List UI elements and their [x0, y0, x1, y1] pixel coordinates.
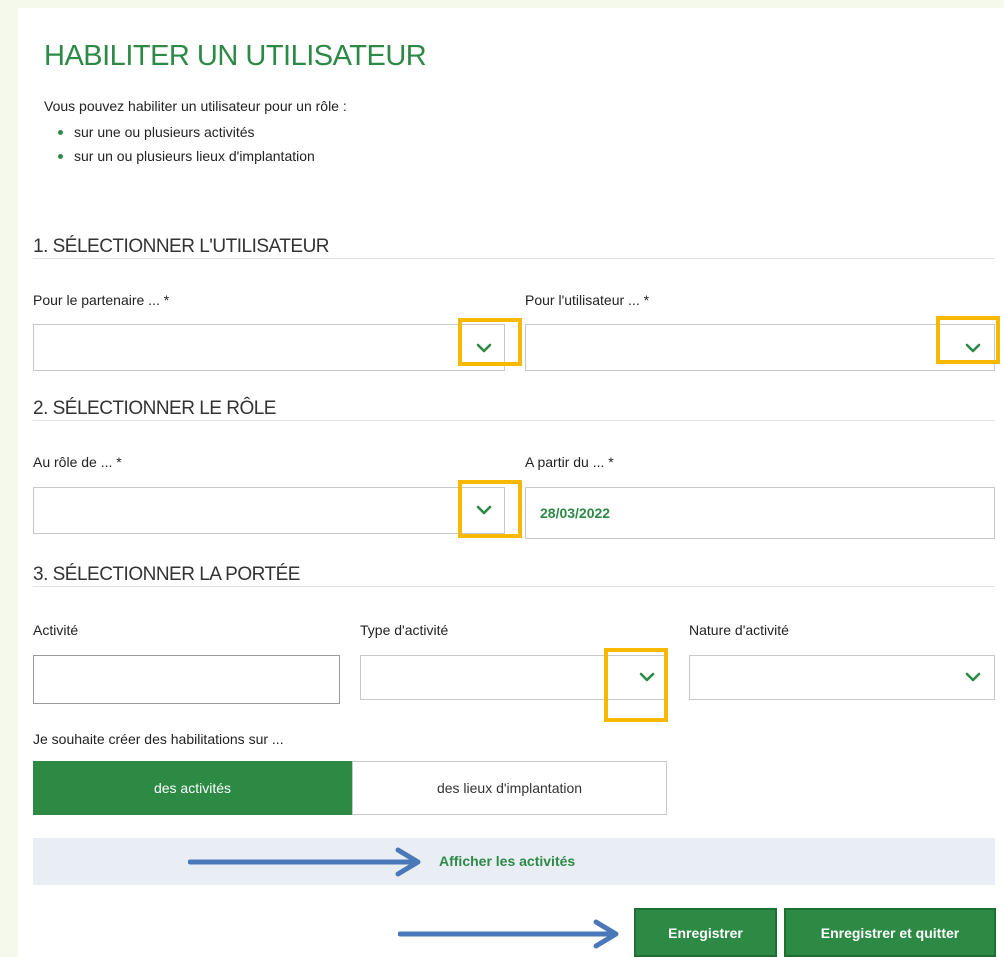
activity-nature-label: Nature d'activité: [689, 622, 789, 638]
partner-label: Pour le partenaire ... *: [33, 292, 170, 308]
section-title-scope: 3. SÉLECTIONNER LA PORTÉE: [33, 564, 300, 585]
intro-text: Vous pouvez habiliter un utilisateur pou…: [44, 98, 347, 114]
role-select[interactable]: [33, 487, 505, 534]
section-divider: [33, 586, 995, 587]
section-divider: [33, 258, 995, 259]
show-activities-link[interactable]: Afficher les activités: [439, 853, 575, 869]
highlight-box: [604, 648, 668, 722]
activity-label: Activité: [33, 622, 79, 638]
user-select[interactable]: [525, 324, 995, 371]
save-button[interactable]: Enregistrer: [634, 908, 777, 957]
intro-bullets: sur une ou plusieurs activités sur un ou…: [58, 120, 315, 168]
highlight-box: [458, 480, 522, 538]
toggle-places[interactable]: des lieux d'implantation: [352, 761, 667, 815]
activity-type-label: Type d'activité: [360, 622, 449, 638]
create-on-label: Je souhaite créer des habilitations sur …: [33, 731, 284, 747]
start-date-input[interactable]: 28/03/2022: [525, 487, 995, 539]
page-title: HABILITER UN UTILISATEUR: [44, 40, 427, 72]
start-date-value: 28/03/2022: [540, 505, 611, 521]
highlight-box: [458, 318, 522, 366]
save-and-quit-button[interactable]: Enregistrer et quitter: [784, 908, 996, 957]
activity-input[interactable]: [33, 655, 340, 704]
intro-bullet: sur un ou plusieurs lieux d'implantation: [58, 144, 315, 168]
toggle-activities[interactable]: des activités: [33, 761, 352, 815]
highlight-box: [936, 316, 1000, 364]
date-label: A partir du ... *: [525, 454, 614, 470]
intro-bullet: sur une ou plusieurs activités: [58, 120, 315, 144]
user-label: Pour l'utilisateur ... *: [525, 292, 650, 308]
partner-select[interactable]: [33, 324, 505, 371]
section-divider: [33, 420, 995, 421]
arrow-right-icon: [188, 847, 421, 877]
activity-nature-select[interactable]: [689, 655, 995, 700]
arrow-right-icon: [398, 919, 619, 949]
chevron-down-icon: [965, 672, 981, 682]
section-title-user: 1. SÉLECTIONNER L'UTILISATEUR: [33, 236, 330, 257]
section-title-role: 2. SÉLECTIONNER LE RÔLE: [33, 398, 276, 419]
role-label: Au rôle de ... *: [33, 454, 122, 470]
